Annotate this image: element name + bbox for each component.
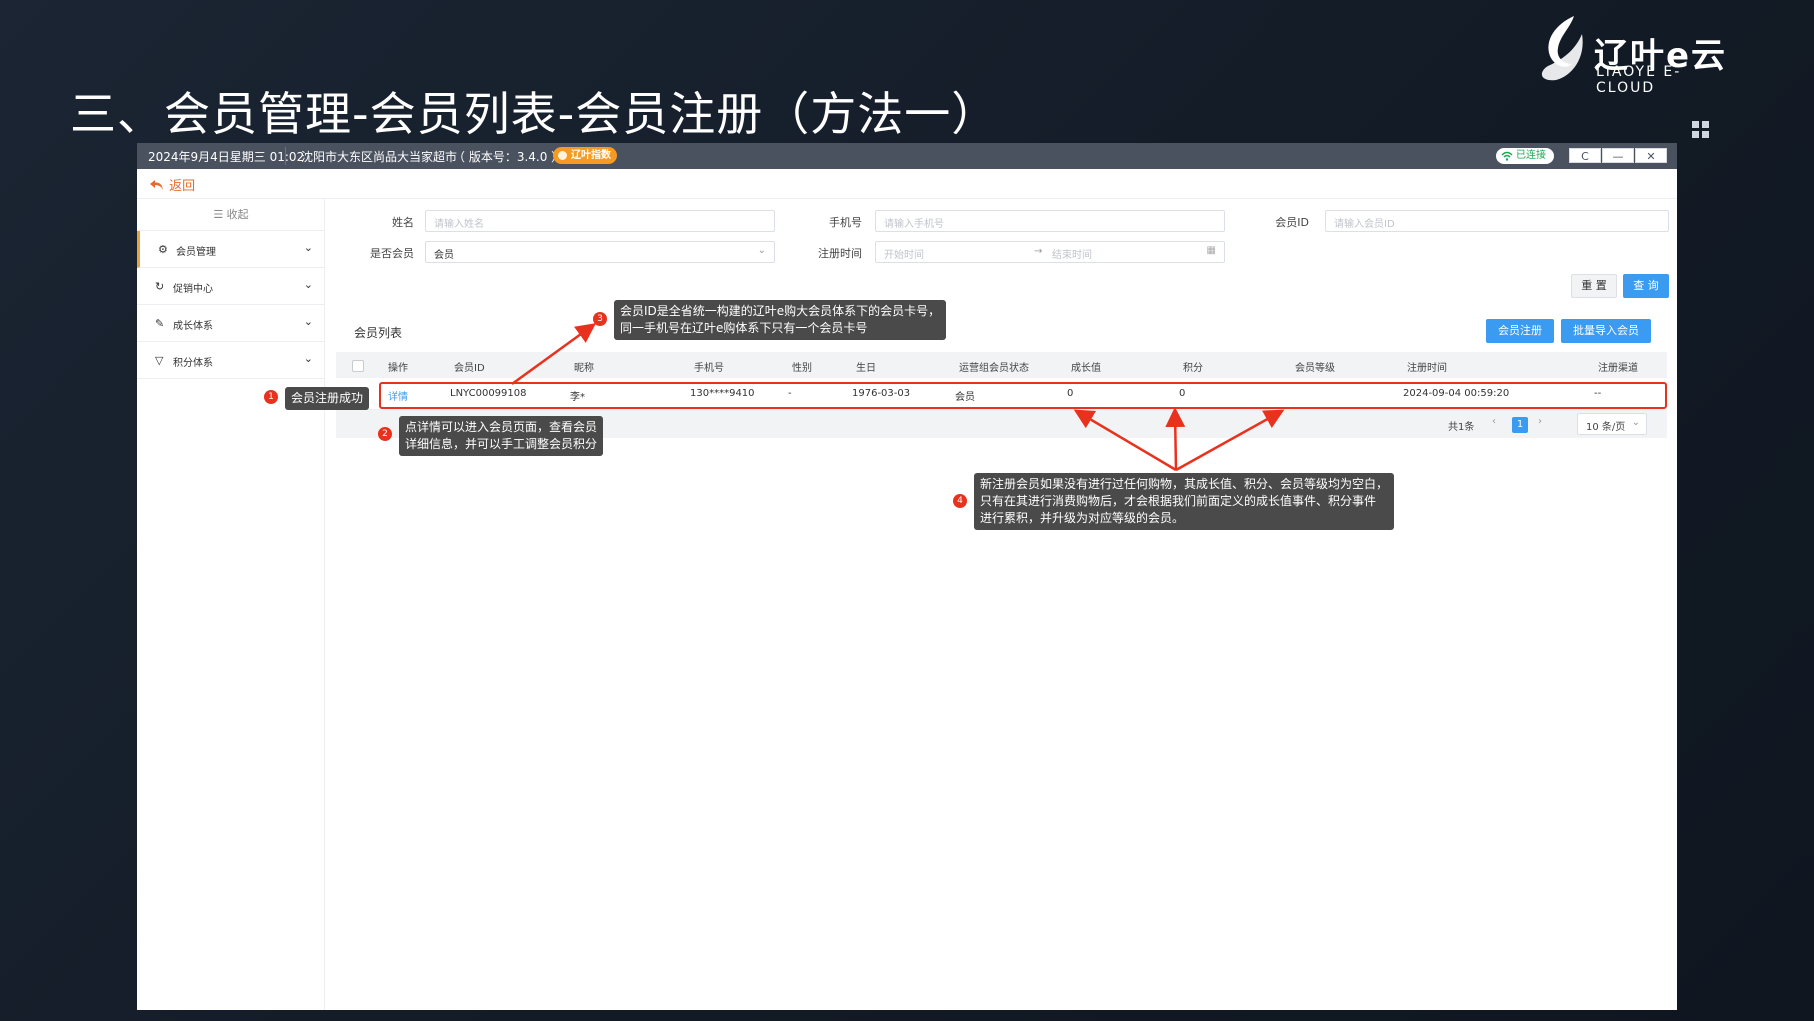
sidebar-item-label: 会员管理 (176, 247, 216, 258)
sidebar-item-label: 促销中心 (173, 284, 213, 295)
refresh-button[interactable]: C (1569, 148, 1601, 163)
store-name: 沈阳市大东区尚品大当家超市 (301, 150, 458, 164)
back-bar: 返回 (137, 169, 1677, 199)
select-all-checkbox[interactable] (352, 360, 364, 372)
col-header: 生日 (856, 363, 876, 374)
chevron-down-icon: ⌄ (1631, 417, 1640, 428)
page-size-select[interactable]: 10 条/页 ⌄ (1577, 413, 1647, 435)
chevron-down-icon: ⌄ (303, 278, 313, 291)
brand-badge[interactable]: 辽叶指数 (553, 147, 617, 164)
callout-badge-3: 3 (593, 312, 607, 326)
col-header: 操作 (388, 363, 408, 374)
table-header: 操作 会员ID 昵称 手机号 性别 生日 运营组会员状态 成长值 积分 会员等级… (336, 352, 1667, 378)
member-id-label: 会员ID (1275, 216, 1309, 229)
slide-title: 三、会员管理-会员列表-会员注册（方法一） (70, 87, 999, 141)
datetime-text: 2024年9月4日星期三 01:02 (148, 150, 305, 164)
page-1[interactable]: 1 (1512, 417, 1528, 433)
col-header: 性别 (792, 363, 812, 374)
col-header: 注册时间 (1407, 363, 1447, 374)
collapse-label: 收起 (226, 208, 249, 221)
callout-line: 同一手机号在辽叶e购体系下只有一个会员卡号 (620, 321, 868, 335)
logo-subtitle: LIAOYE E-CLOUD (1596, 64, 1682, 96)
minimize-button[interactable]: — (1602, 148, 1634, 163)
gear-icon: ⚙ (158, 243, 168, 256)
collapse-button[interactable]: ☰ 收起 (137, 199, 325, 231)
col-header: 会员等级 (1295, 363, 1335, 374)
range-arrow-icon: → (1034, 246, 1043, 257)
batch-import-button[interactable]: 批量导入会员 (1561, 319, 1651, 343)
callout-detail-info: 点详情可以进入会员页面，查看会员 详细信息，并可以手工调整会员积分 (399, 416, 604, 456)
callout-line: 新注册会员如果没有进行过任何购物，其成长值、积分、会员等级均为空白， (980, 477, 1389, 491)
refresh-icon: ↻ (155, 280, 165, 293)
new-member-highlight (379, 382, 1667, 409)
tag-icon: ✎ (155, 317, 165, 330)
callout-member-id-info: 会员ID是全省统一构建的辽叶e购大会员体系下的会员卡号， 同一手机号在辽叶e购体… (614, 300, 947, 340)
col-header: 注册渠道 (1598, 363, 1638, 374)
reset-button[interactable]: 重 置 (1571, 274, 1617, 298)
callout-badge-2: 2 (378, 427, 392, 441)
app-window: 2024年9月4日星期三 01:02 沈阳市大东区尚品大当家超市 （ 版本号：3… (137, 143, 1677, 1010)
sidebar-item-promotion[interactable]: ↻ 促销中心 ⌄ (137, 268, 325, 305)
reg-time-range[interactable]: 开始时间 → 结束时间 ▦ (875, 241, 1225, 263)
page-size-value: 10 条/页 (1586, 422, 1626, 433)
col-header: 昵称 (574, 363, 594, 374)
phone-input[interactable]: 请输入手机号 (875, 210, 1225, 232)
connection-label: 已连接 (1516, 150, 1546, 161)
is-member-select[interactable]: 会员 ⌄ (425, 241, 775, 263)
col-header: 积分 (1183, 363, 1203, 374)
member-id-input[interactable]: 请输入会员ID (1325, 210, 1669, 232)
prev-page-icon[interactable]: ‹ (1492, 416, 1496, 427)
register-member-button[interactable]: 会员注册 (1486, 319, 1554, 343)
callout-line: 点详情可以进入会员页面，查看会员 (405, 420, 598, 434)
next-page-icon[interactable]: › (1538, 416, 1542, 427)
col-header: 运营组会员状态 (959, 363, 1029, 374)
liaoye-logo: 辽叶e云 LIAOYE E-CLOUD (1536, 14, 1736, 96)
sidebar-item-label: 积分体系 (173, 358, 213, 369)
callout-line: 只有在其进行消费购物后，才会根据我们前面定义的成长值事件、积分事件 (980, 494, 1377, 508)
chevron-down-icon: ⌄ (757, 245, 766, 256)
sidebar-item-member-management[interactable]: ⚙ 会员管理 ⌄ (137, 231, 325, 268)
phone-label: 手机号 (829, 216, 862, 229)
close-button[interactable]: ✕ (1635, 148, 1667, 163)
search-button[interactable]: 查 询 (1623, 274, 1669, 298)
chevron-down-icon: ⌄ (303, 352, 313, 365)
menu-fold-icon: ☰ (213, 208, 227, 221)
calendar-icon: ▦ (1206, 245, 1216, 256)
reg-time-label: 注册时间 (818, 247, 862, 260)
connection-status: 已连接 (1496, 148, 1554, 164)
col-header: 成长值 (1071, 363, 1101, 374)
callout-register-success: 会员注册成功 (285, 387, 370, 410)
logo-mark-icon (1541, 16, 1583, 81)
filter-icon: ▽ (155, 354, 164, 367)
callout-badge-4: 4 (953, 494, 967, 508)
sidebar: ☰ 收起 ⚙ 会员管理 ⌄ ↻ 促销中心 ⌄ ✎ 成长体系 ⌄ ▽ 积分体系 ⌄ (137, 199, 325, 1010)
callout-line: 会员ID是全省统一构建的辽叶e购大会员体系下的会员卡号， (620, 304, 941, 318)
chevron-down-icon: ⌄ (303, 241, 313, 254)
col-header: 手机号 (694, 363, 724, 374)
callout-line: 详细信息，并可以手工调整会员积分 (405, 437, 598, 451)
col-header: 会员ID (454, 363, 485, 374)
wifi-icon (1501, 151, 1513, 161)
total-count: 共1条 (1448, 422, 1475, 433)
is-member-value: 会员 (434, 250, 454, 261)
chevron-down-icon: ⌄ (303, 315, 313, 328)
name-input[interactable]: 请输入姓名 (425, 210, 775, 232)
callout-badge-1: 1 (264, 390, 278, 404)
sidebar-item-label: 成长体系 (173, 321, 213, 332)
callout-new-member-info: 新注册会员如果没有进行过任何购物，其成长值、积分、会员等级均为空白， 只有在其进… (974, 473, 1395, 530)
start-time-input[interactable]: 开始时间 (884, 250, 924, 261)
end-time-input[interactable]: 结束时间 (1052, 246, 1092, 261)
back-label: 返回 (169, 179, 196, 194)
back-button[interactable]: 返回 (149, 175, 195, 194)
is-member-label: 是否会员 (370, 247, 414, 260)
version-text: （ 版本号：3.4.0 ） (453, 150, 564, 164)
title-bar: 2024年9月4日星期三 01:02 沈阳市大东区尚品大当家超市 （ 版本号：3… (137, 143, 1677, 169)
list-title: 会员列表 (354, 326, 403, 340)
grid-icon (1692, 121, 1712, 141)
sidebar-item-growth[interactable]: ✎ 成长体系 ⌄ (137, 305, 325, 342)
name-label: 姓名 (392, 216, 414, 229)
back-arrow-icon (150, 180, 163, 190)
sidebar-item-points[interactable]: ▽ 积分体系 ⌄ (137, 342, 325, 379)
callout-line: 进行累积，并升级为对应等级的会员。 (980, 511, 1185, 525)
